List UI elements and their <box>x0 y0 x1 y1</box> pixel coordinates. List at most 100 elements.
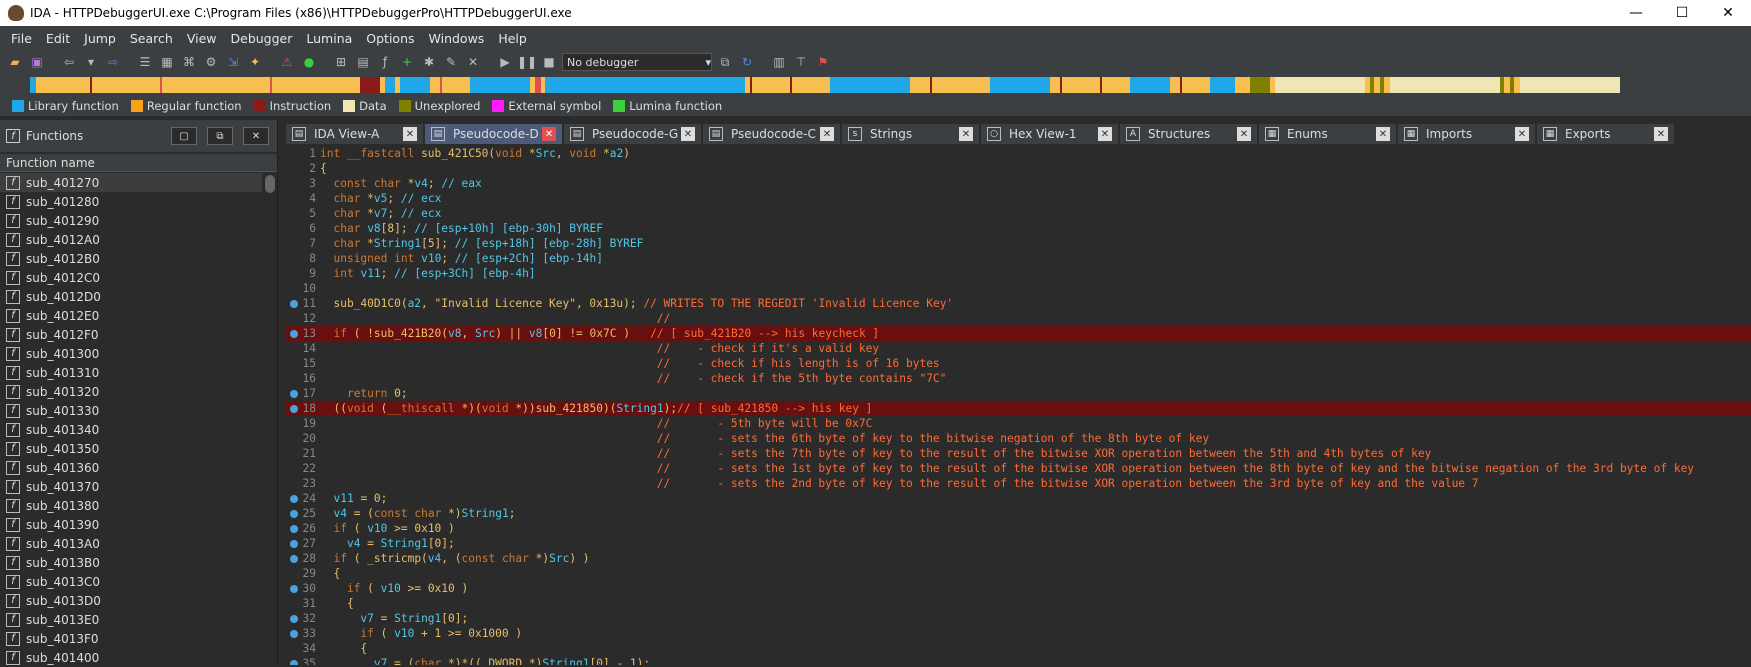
code-line[interactable]: 7 char *String1[5]; // [esp+18h] [ebp-28… <box>286 236 1751 251</box>
code-line[interactable]: 29 { <box>286 566 1751 581</box>
save-icon[interactable]: ▣ <box>28 53 46 71</box>
function-list-item[interactable]: f sub_401330 <box>0 401 262 420</box>
tree-icon[interactable]: ⊤ <box>792 53 810 71</box>
breakpoint-dot-icon[interactable] <box>290 555 298 563</box>
warning-icon[interactable]: ⚠ <box>278 53 296 71</box>
menu-windows[interactable]: Windows <box>422 31 492 46</box>
refresh-icon[interactable]: ↻ <box>738 53 756 71</box>
bookmark-icon[interactable]: ⌘ <box>180 53 198 71</box>
code-line[interactable]: 33 if ( v10 + 1 >= 0x1000 ) <box>286 626 1751 641</box>
navigation-bar[interactable] <box>30 77 1655 93</box>
code-line[interactable]: 31 { <box>286 596 1751 611</box>
table-icon[interactable]: ▥ <box>770 53 788 71</box>
tab-close-icon[interactable]: ✕ <box>1654 127 1668 141</box>
forward-arrow-icon[interactable]: ⇨ <box>104 53 122 71</box>
play-icon[interactable]: ▶ <box>496 53 514 71</box>
tab-strings[interactable]: s Strings ✕ <box>842 124 979 144</box>
code-line[interactable]: 22 // - sets the 1st byte of key to the … <box>286 461 1751 476</box>
function-list-item[interactable]: f sub_4013D0 <box>0 591 262 610</box>
code-line[interactable]: 21 // - sets the 7th byte of key to the … <box>286 446 1751 461</box>
function-list-item[interactable]: f sub_401300 <box>0 344 262 363</box>
edit-icon[interactable]: ✎ <box>442 53 460 71</box>
tab-close-icon[interactable]: ✕ <box>959 127 973 141</box>
code-line[interactable]: 25 v4 = (const char *)String1; <box>286 506 1751 521</box>
maximize-button[interactable]: ☐ <box>1659 0 1705 26</box>
function-list-item[interactable]: f sub_401290 <box>0 211 262 230</box>
pseudocode-editor[interactable]: 1 int __fastcall sub_421C50(void *Src, vo… <box>286 146 1751 665</box>
tab-close-icon[interactable]: ✕ <box>542 127 556 141</box>
function-name-column-header[interactable]: Function name <box>0 154 277 172</box>
code-line[interactable]: 35 v7 = (char *)*((_DWORD *)String1[0] -… <box>286 656 1751 665</box>
scrollbar-thumb[interactable] <box>265 175 275 193</box>
attach-icon[interactable]: ⧉ <box>716 53 734 71</box>
function-list-item[interactable]: f sub_401390 <box>0 515 262 534</box>
functions-scrollbar[interactable] <box>263 173 277 665</box>
function-list-item[interactable]: f sub_4012A0 <box>0 230 262 249</box>
code-line[interactable]: 16 // - check if the 5th byte contains "… <box>286 371 1751 386</box>
function-list-item[interactable]: f sub_401400 <box>0 648 262 667</box>
tab-close-icon[interactable]: ✕ <box>1098 127 1112 141</box>
function-list-item[interactable]: f sub_401270 <box>0 173 262 192</box>
code-line[interactable]: 19 // - 5th byte will be 0x7C <box>286 416 1751 431</box>
code-line[interactable]: 10 <box>286 281 1751 296</box>
tab-pseudocode-c[interactable]: ▤ Pseudocode-C ✕ <box>703 124 840 144</box>
tab-hex-view-1[interactable]: ○ Hex View-1 ✕ <box>981 124 1118 144</box>
panel-restore-button[interactable]: ▢ <box>171 127 197 145</box>
tab-exports[interactable]: ▦ Exports ✕ <box>1537 124 1674 144</box>
function-list-item[interactable]: f sub_4013B0 <box>0 553 262 572</box>
graph-icon[interactable]: ⊞ <box>332 53 350 71</box>
function-list-item[interactable]: f sub_4013E0 <box>0 610 262 629</box>
code-line[interactable]: 3 const char *v4; // eax <box>286 176 1751 191</box>
code-line[interactable]: 8 unsigned int v10; // [esp+2Ch] [ebp-14… <box>286 251 1751 266</box>
breakpoint-dot-icon[interactable] <box>290 525 298 533</box>
code-line[interactable]: 20 // - sets the 6th byte of key to the … <box>286 431 1751 446</box>
function-list-item[interactable]: f sub_401380 <box>0 496 262 515</box>
tab-pseudocode-d[interactable]: ▤ Pseudocode-D ✕ <box>425 124 562 144</box>
panel-close-button[interactable]: ✕ <box>243 127 269 145</box>
code-line[interactable]: 13 if ( !sub_421B20(v8, Src) || v8[0] !=… <box>286 326 1751 341</box>
cross-icon[interactable]: ✕ <box>464 53 482 71</box>
code-line[interactable]: 4 char *v5; // ecx <box>286 191 1751 206</box>
function-list-item[interactable]: f sub_4012E0 <box>0 306 262 325</box>
jump-icon[interactable]: ⇲ <box>224 53 242 71</box>
code-line[interactable]: 12 // <box>286 311 1751 326</box>
function-list-item[interactable]: f sub_4013C0 <box>0 572 262 591</box>
close-button[interactable]: ✕ <box>1705 0 1751 26</box>
struct-icon[interactable]: ▦ <box>158 53 176 71</box>
code-line[interactable]: 15 // - check if his length is of 16 byt… <box>286 356 1751 371</box>
code-line[interactable]: 23 // - sets the 2nd byte of key to the … <box>286 476 1751 491</box>
breakpoint-dot-icon[interactable] <box>290 630 298 638</box>
code-line[interactable]: 2{ <box>286 161 1751 176</box>
function-list-item[interactable]: f sub_4012B0 <box>0 249 262 268</box>
breakpoint-dot-icon[interactable] <box>290 585 298 593</box>
code-line[interactable]: 34 { <box>286 641 1751 656</box>
menu-view[interactable]: View <box>180 31 224 46</box>
menu-search[interactable]: Search <box>123 31 180 46</box>
tab-close-icon[interactable]: ✕ <box>1376 127 1390 141</box>
tab-close-icon[interactable]: ✕ <box>820 127 834 141</box>
code-line[interactable]: 17 return 0; <box>286 386 1751 401</box>
tab-imports[interactable]: ▦ Imports ✕ <box>1398 124 1535 144</box>
code-line[interactable]: 30 if ( v10 >= 0x10 ) <box>286 581 1751 596</box>
function-list-item[interactable]: f sub_4012F0 <box>0 325 262 344</box>
breakpoint-dot-icon[interactable] <box>290 330 298 338</box>
code-line[interactable]: 32 v7 = String1[0]; <box>286 611 1751 626</box>
breakpoint-dot-icon[interactable] <box>290 510 298 518</box>
tab-enums[interactable]: ▦ Enums ✕ <box>1259 124 1396 144</box>
function-list-item[interactable]: f sub_401350 <box>0 439 262 458</box>
code-line[interactable]: 28 if ( _stricmp(v4, (const char *)Src) … <box>286 551 1751 566</box>
code-line[interactable]: 11 sub_40D1C0(a2, "Invalid Licence Key",… <box>286 296 1751 311</box>
list-icon[interactable]: ☰ <box>136 53 154 71</box>
lightbulb-icon[interactable]: ✦ <box>246 53 264 71</box>
function-list-item[interactable]: f sub_4012C0 <box>0 268 262 287</box>
breakpoint-dot-icon[interactable] <box>290 660 298 665</box>
panel-float-button[interactable]: ⧉ <box>207 127 233 145</box>
tab-pseudocode-g[interactable]: ▤ Pseudocode-G ✕ <box>564 124 701 144</box>
function-list-item[interactable]: f sub_4012D0 <box>0 287 262 306</box>
code-line[interactable]: 14 // - check if it's a valid key <box>286 341 1751 356</box>
tab-close-icon[interactable]: ✕ <box>1515 127 1529 141</box>
star-icon[interactable]: ✱ <box>420 53 438 71</box>
dropdown-arrow-icon[interactable]: ▾ <box>82 53 100 71</box>
menu-help[interactable]: Help <box>491 31 534 46</box>
breakpoint-dot-icon[interactable] <box>290 615 298 623</box>
